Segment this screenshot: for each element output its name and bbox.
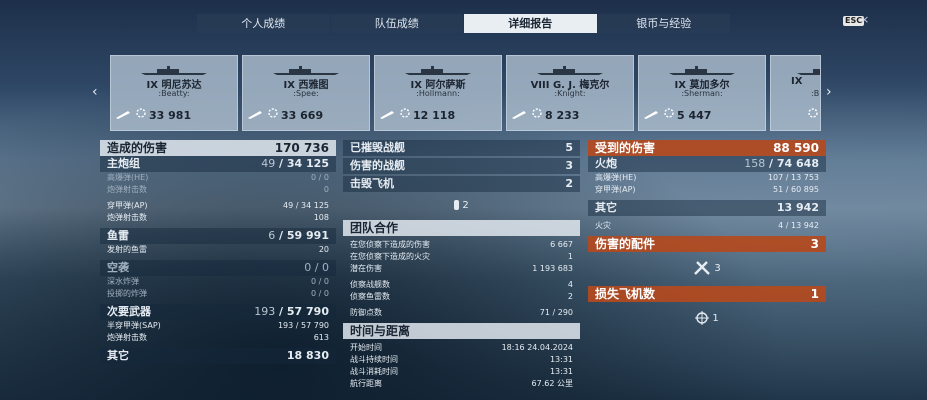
planes-shot-icon-row: 2 (343, 192, 580, 220)
modules-damaged-header: 伤害的配件 3 (588, 236, 826, 252)
main-battery-value: 49 / 34 125 (261, 157, 329, 170)
battle-duration-row: 战斗持续时间 13:31 (350, 355, 573, 364)
tab-detailed-report[interactable]: 详细报告 (464, 14, 597, 33)
battle-time-row: 战斗消耗时间 13:31 (350, 367, 573, 376)
spotted-torps-row: 侦察鱼雷数 2 (350, 292, 573, 301)
depth-charge-row: 深水炸弹 0 / 0 (107, 277, 329, 286)
damage-dealt-value: 170 736 (274, 141, 329, 155)
wrench-module-icon (694, 261, 711, 275)
damage-received-header: 受到的伤害 88 590 (588, 140, 826, 156)
shell-icon (512, 111, 526, 119)
damage-burst-icon (808, 108, 818, 118)
damage-burst-icon (268, 108, 278, 118)
damage-received-label: 受到的伤害 (595, 141, 656, 155)
ap-shots-row: 炮弹射击数 108 (107, 213, 329, 222)
sap-shots-row: 炮弹射击数 613 (107, 333, 329, 342)
captain-name: :B (811, 89, 820, 98)
damage-burst-icon (136, 108, 146, 118)
report-tabs: 个人成绩 队伍成绩 详细报告 银币与经验 (197, 14, 730, 33)
guns-received-row: 火炮 158 / 74 648 (588, 156, 826, 172)
captain-name: :Spee: (293, 89, 319, 98)
ship-card[interactable]: VIII G. J. 梅克尔 :Knight: 8 233 (506, 55, 634, 131)
ap-received-row: 穿甲弹(AP) 51 / 60 895 (595, 185, 819, 194)
ship-damage-value: 33 981 (149, 109, 192, 122)
ships-destroyed-row: 已摧毁战舰 5 (343, 140, 580, 156)
ship-damage-value: 33 669 (281, 109, 324, 122)
ship-card[interactable]: IX :B (770, 55, 821, 131)
main-battery-label: 主炮组 (107, 157, 140, 170)
ship-damage-value: 5 447 (677, 109, 712, 122)
ship-silhouette-icon (141, 66, 207, 75)
ship-damage-value: 8 233 (545, 109, 580, 122)
carousel-left-arrow-icon[interactable]: ‹ (92, 84, 98, 100)
planes-lost-icon-count: 1 (712, 313, 719, 324)
spotting-fire-row: 在您侦察下造成的火灾 1 (350, 252, 573, 261)
start-time-row: 开始时间 18:16 24.04.2024 (350, 343, 573, 352)
potential-damage-row: 潜在伤害 1 193 683 (350, 264, 573, 273)
ship-card[interactable]: IX 明尼苏达 :Beatty: 33 981 (110, 55, 238, 131)
distance-row: 航行距离 67.62 公里 (350, 379, 573, 388)
captain-name: :Sherman: (681, 89, 723, 98)
planes-icon-count: 2 (462, 200, 469, 211)
captain-name: :Beatty: (158, 89, 190, 98)
ship-silhouette-icon (669, 66, 735, 75)
crosshair-icon (695, 311, 710, 325)
damage-burst-icon (664, 108, 674, 118)
secondary-row: 次要武器 193 / 57 790 (100, 304, 336, 320)
torpedoes-fired-row: 发射的鱼雷 20 (107, 245, 329, 254)
ship-silhouette-icon (273, 66, 339, 75)
teamwork-header: 团队合作 (343, 220, 580, 236)
ship-silhouette-icon (537, 66, 603, 75)
ship-silhouette-icon (405, 66, 471, 75)
modules-icon-count: 3 (714, 263, 721, 274)
ap-row: 穿甲弹(AP) 49 / 34 125 (107, 201, 329, 210)
captain-name: :Hollmann: (416, 89, 460, 98)
he-row: 高爆弹(HE) 0 / 0 (107, 173, 329, 182)
damage-burst-icon (400, 108, 410, 118)
spotting-damage-row: 在您侦察下造成的伤害 6 667 (350, 240, 573, 249)
defense-points-row: 防御点数 71 / 290 (350, 308, 573, 317)
ship-silhouette-icon (797, 69, 820, 75)
shell-icon (380, 111, 394, 119)
ship-card[interactable]: IX 西雅图 :Spee: 33 669 (242, 55, 370, 131)
ship-card[interactable]: IX 莫加多尔 :Sherman: 5 447 (638, 55, 766, 131)
bombs-row: 投掷的炸弹 0 / 0 (107, 289, 329, 298)
damage-received-panel: 受到的伤害 88 590 火炮 158 / 74 648 高爆弹(HE) 107 … (588, 140, 826, 336)
tab-team[interactable]: 队伍成绩 (330, 14, 463, 33)
close-icon[interactable]: × (860, 13, 869, 26)
other-damage-row: 其它 18 830 (100, 348, 336, 364)
ships-damaged-row: 伤害的战舰 3 (343, 158, 580, 174)
ship-damage-value: 12 118 (413, 109, 456, 122)
torpedo-row: 鱼雷 6 / 59 991 (100, 228, 336, 244)
shell-icon (116, 111, 130, 119)
damage-dealt-label: 造成的伤害 (107, 141, 168, 155)
tab-credits-xp[interactable]: 银币与经验 (597, 14, 730, 33)
plane-icon (454, 200, 460, 210)
ship-name: IX (791, 76, 803, 87)
damage-received-value: 88 590 (773, 141, 819, 155)
ship-card[interactable]: IX 阿尔萨斯 :Hollmann: 12 118 (374, 55, 502, 131)
damage-dealt-header: 造成的伤害 170 736 (100, 140, 336, 156)
spotted-ships-row: 侦察战舰数 4 (350, 280, 573, 289)
shell-icon (644, 111, 658, 119)
other-received-row: 其它 13 942 (588, 200, 826, 216)
time-distance-header: 时间与距离 (343, 323, 580, 339)
airstrike-row: 空袭 0 / 0 (100, 260, 336, 276)
damage-dealt-panel: 造成的伤害 170 736 主炮组 49 / 34 125 高爆弹(HE) 0 /… (100, 140, 336, 364)
carousel-right-arrow-icon[interactable]: › (826, 84, 832, 100)
tab-personal[interactable]: 个人成绩 (197, 14, 330, 33)
fire-received-row: 火灾 4 / 13 942 (595, 221, 819, 230)
sap-row: 半穿甲弹(SAP) 193 / 57 790 (107, 321, 329, 330)
planes-lost-header: 损失飞机数 1 (588, 286, 826, 302)
planes-lost-icon-row: 1 (588, 302, 826, 336)
battle-stats-panel: 已摧毁战舰 5 伤害的战舰 3 击毁飞机 2 2 团队合作 在您侦察下造成的伤害 6 6… (343, 140, 580, 390)
he-received-row: 高爆弹(HE) 107 / 13 753 (595, 173, 819, 182)
main-battery-row: 主炮组 49 / 34 125 (100, 156, 336, 172)
he-shots-row: 炮弹射击数 0 (107, 185, 329, 194)
shell-icon (248, 111, 262, 119)
modules-icon-row: 3 (588, 252, 826, 286)
damage-burst-icon (532, 108, 542, 118)
captain-name: :Knight: (554, 89, 586, 98)
planes-shot-row: 击毁飞机 2 (343, 176, 580, 192)
